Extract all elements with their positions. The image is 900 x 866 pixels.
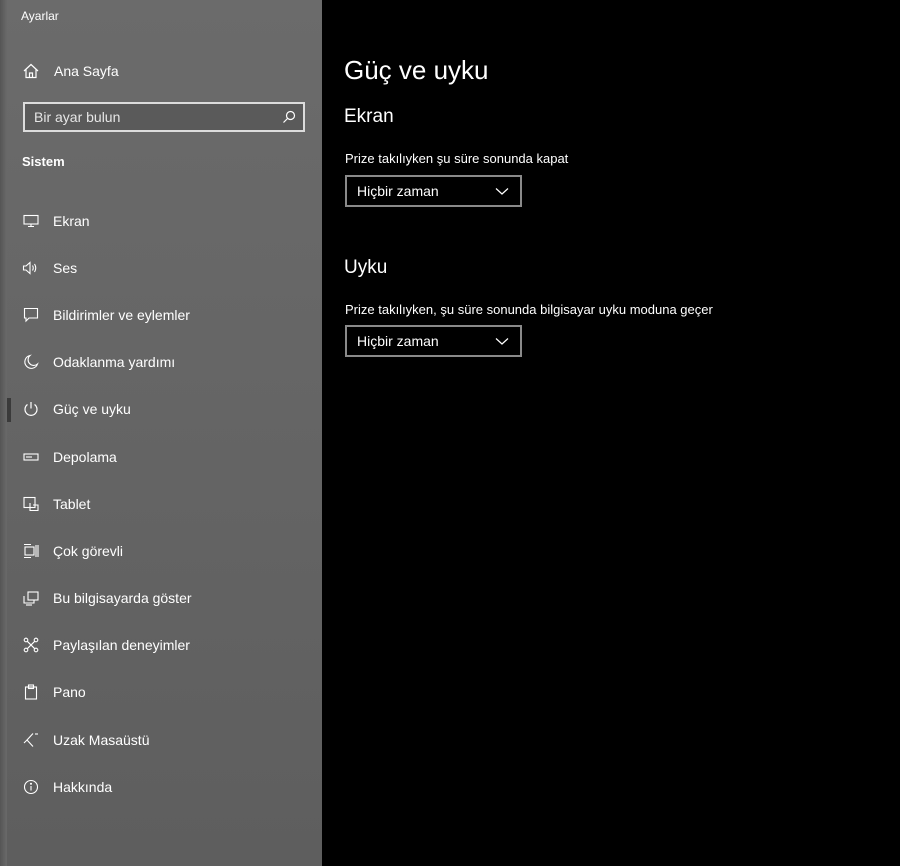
sidebar-item-uzak-masaustu[interactable]: Uzak Masaüstü (0, 716, 322, 763)
multitask-icon (22, 542, 40, 560)
sidebar-item-cok-gorevli[interactable]: Çok görevli (0, 527, 322, 574)
storage-icon (22, 448, 40, 466)
screen-timeout-dropdown[interactable]: Hiçbir zaman (345, 175, 522, 207)
sidebar-item-label: Güç ve uyku (53, 401, 131, 418)
notification-icon (22, 306, 40, 324)
home-link[interactable]: Ana Sayfa (22, 60, 119, 82)
chevron-down-icon (494, 336, 514, 346)
sidebar-item-label: Pano (53, 684, 86, 701)
remote-desktop-icon (22, 731, 40, 749)
search-icon[interactable] (275, 104, 303, 130)
sidebar-item-label: Hakkında (53, 778, 113, 795)
sidebar-item-label: Çok görevli (53, 542, 124, 559)
sidebar-item-label: Ekran (53, 212, 90, 229)
search-input[interactable] (25, 108, 275, 126)
project-icon (22, 589, 40, 607)
sleep-timeout-value: Hiçbir zaman (357, 333, 439, 349)
sleep-heading: Uyku (344, 257, 388, 278)
sidebar-item-label: Ses (53, 259, 78, 276)
sidebar-item-guc-ve-uyku[interactable]: Güç ve uyku (0, 386, 322, 433)
sidebar-item-hakkinda[interactable]: Hakkında (0, 763, 322, 810)
page-title: Güç ve uyku (344, 55, 489, 85)
main-content: Güç ve uyku Ekran Prize takılıyken şu sü… (322, 0, 900, 866)
section-label: Sistem (22, 154, 65, 169)
sidebar-item-label: Paylaşılan deneyimler (53, 637, 190, 654)
monitor-icon (22, 212, 40, 230)
app-title: Ayarlar (21, 9, 59, 23)
sidebar-item-ekran[interactable]: Ekran (0, 197, 322, 244)
power-icon (22, 400, 40, 418)
active-indicator (7, 397, 11, 422)
sidebar-item-label: Bu bilgisayarda göster (53, 590, 192, 607)
sidebar: Ayarlar Ana Sayfa Sistem (0, 0, 322, 866)
sidebar-item-paylasilan-deneyimler[interactable]: Paylaşılan deneyimler (0, 622, 322, 669)
sidebar-item-label: Depolama (53, 448, 117, 465)
sleep-timeout-dropdown[interactable]: Hiçbir zaman (345, 325, 522, 357)
nav-list: Ekran Ses Bildirimler ve eylemler Odakla… (0, 197, 322, 810)
home-icon (22, 62, 40, 80)
sidebar-item-label: Tablet (53, 495, 91, 512)
sidebar-item-depolama[interactable]: Depolama (0, 433, 322, 480)
sidebar-item-label: Odaklanma yardımı (53, 354, 176, 371)
sidebar-item-label: Uzak Masaüstü (53, 731, 150, 748)
tablet-icon (22, 495, 40, 513)
sidebar-item-bu-bilgisayarda-goster[interactable]: Bu bilgisayarda göster (0, 575, 322, 622)
sidebar-item-tablet[interactable]: Tablet (0, 480, 322, 527)
sidebar-item-odaklanma[interactable]: Odaklanma yardımı (0, 339, 322, 386)
clipboard-icon (22, 683, 40, 701)
settings-window: Ayarlar Ana Sayfa Sistem (0, 0, 900, 866)
moon-icon (22, 353, 40, 371)
shared-icon (22, 636, 40, 654)
screen-heading: Ekran (344, 106, 394, 127)
screen-description: Prize takılıyken şu süre sonunda kapat (345, 151, 569, 166)
sidebar-item-bildirimler[interactable]: Bildirimler ve eylemler (0, 291, 322, 338)
chevron-down-icon (494, 186, 514, 196)
sidebar-item-pano[interactable]: Pano (0, 669, 322, 716)
sleep-description: Prize takılıyken, şu süre sonunda bilgis… (345, 302, 713, 317)
info-icon (22, 778, 40, 796)
search-box[interactable] (23, 102, 305, 132)
home-label: Ana Sayfa (54, 63, 119, 79)
sidebar-item-label: Bildirimler ve eylemler (53, 306, 190, 323)
sidebar-item-ses[interactable]: Ses (0, 244, 322, 291)
screen-timeout-value: Hiçbir zaman (357, 183, 439, 199)
speaker-icon (22, 259, 40, 277)
